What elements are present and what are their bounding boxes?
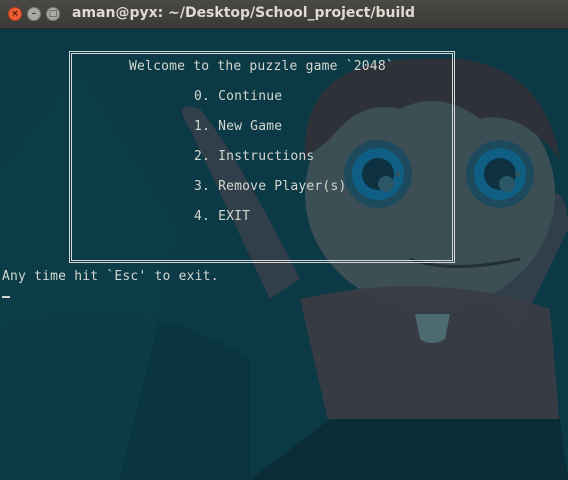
window-title: aman@pyx: ~/Desktop/School_project/build (72, 5, 416, 21)
terminal-area[interactable]: Welcome to the puzzle game `2048` 0. Con… (0, 29, 568, 480)
maximize-button[interactable]: □ (46, 7, 60, 21)
menu-item-exit[interactable]: 4. EXIT (194, 209, 250, 224)
menu-item-remove-players[interactable]: 3. Remove Player(s) (194, 179, 347, 194)
text-cursor (2, 296, 10, 298)
menu-item-instructions[interactable]: 2. Instructions (194, 149, 314, 164)
minimize-button[interactable]: – (27, 7, 41, 21)
exit-hint: Any time hit `Esc' to exit. (2, 269, 219, 284)
menu-item-continue[interactable]: 0. Continue (194, 89, 282, 104)
window-titlebar[interactable]: × – □ aman@pyx: ~/Desktop/School_project… (0, 0, 568, 29)
close-button[interactable]: × (8, 7, 22, 21)
menu-item-new-game[interactable]: 1. New Game (194, 119, 282, 134)
menu-title: Welcome to the puzzle game `2048` (129, 59, 394, 74)
